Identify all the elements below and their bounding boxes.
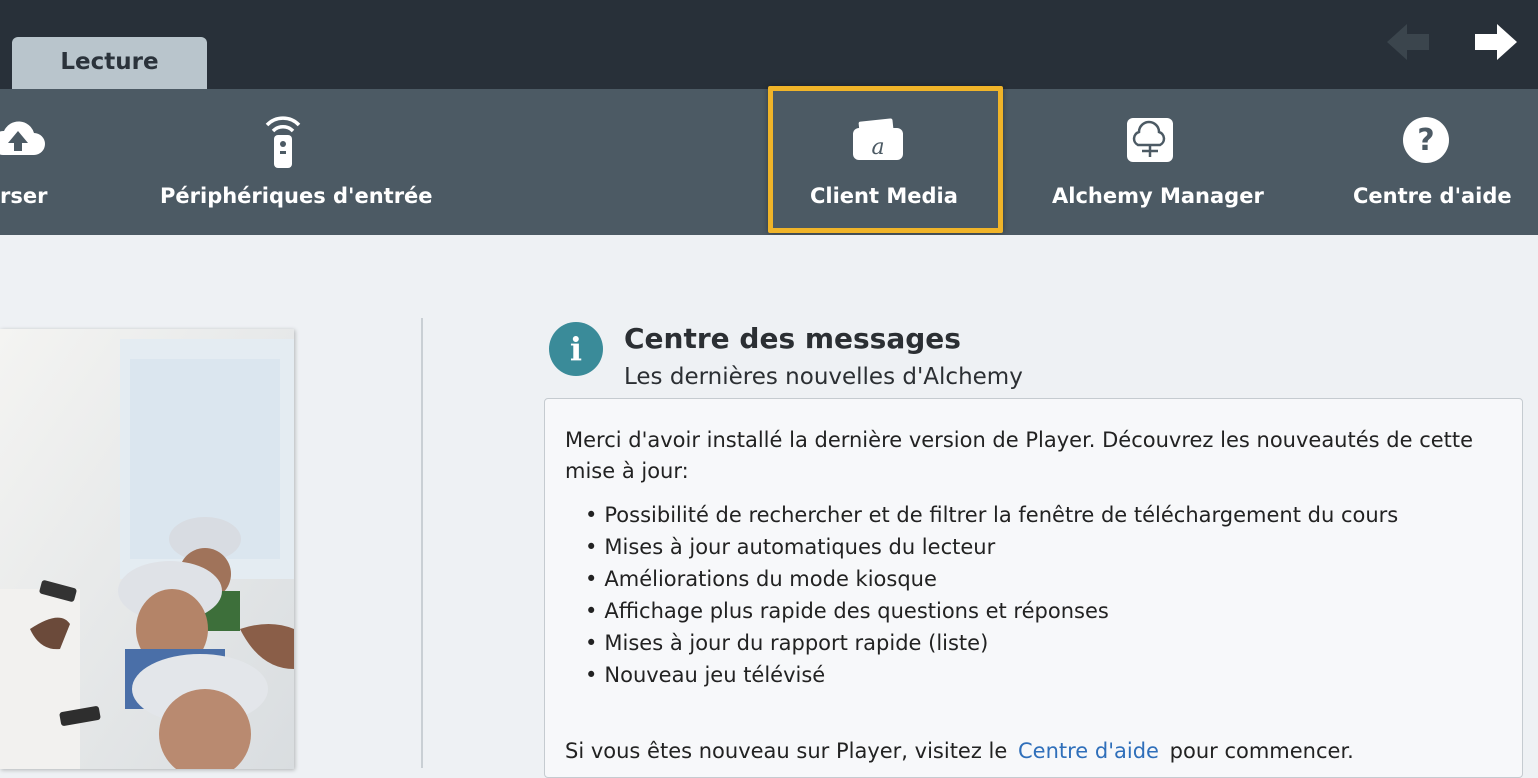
welcome-photo (0, 329, 294, 769)
vertical-divider (421, 318, 423, 768)
tab-lecture[interactable]: Lecture (12, 37, 207, 89)
list-item: Mises à jour du rapport rapide (liste) (585, 627, 1398, 659)
message-center-subtitle: Les dernières nouvelles d'Alchemy (624, 364, 1023, 390)
message-box: Merci d'avoir installé la dernière versi… (544, 398, 1523, 778)
client-media-icon: a (848, 111, 908, 169)
main-toolbar: rser Périphériques d'entrée a Client Med… (0, 89, 1538, 235)
list-item: Affichage plus rapide des questions et r… (585, 595, 1398, 627)
footer-text-before: Si vous êtes nouveau sur Player, visitez… (565, 739, 1008, 763)
release-notes-list: Possibilité de rechercher et de filtrer … (585, 499, 1398, 691)
cloud-sync-icon (1120, 111, 1180, 169)
remote-control-icon (253, 111, 313, 169)
toolbar-item-input-devices[interactable]: Périphériques d'entrée (160, 89, 433, 235)
list-item: Améliorations du mode kiosque (585, 563, 1398, 595)
list-item: Mises à jour automatiques du lecteur (585, 531, 1398, 563)
message-center-title: Centre des messages (624, 322, 961, 355)
help-center-link[interactable]: Centre d'aide (1018, 739, 1159, 763)
arrow-left-icon[interactable] (1385, 20, 1433, 64)
message-footer: Si vous êtes nouveau sur Player, visitez… (565, 739, 1354, 763)
info-icon: i (549, 322, 603, 376)
title-bar: Lecture (0, 0, 1538, 89)
help-icon: ? (1396, 111, 1456, 169)
toolbar-item-help-center[interactable]: ? Centre d'aide (1352, 89, 1512, 235)
cloud-upload-icon (0, 111, 48, 169)
list-item: Possibilité de rechercher et de filtrer … (585, 499, 1398, 531)
message-intro: Merci d'avoir installé la dernière versi… (565, 428, 1474, 483)
toolbar-item-client-media[interactable]: a Client Media (790, 89, 966, 235)
arrow-right-icon[interactable] (1471, 20, 1519, 64)
toolbar-item-verser[interactable]: rser (0, 89, 80, 235)
list-item: Nouveau jeu télévisé (585, 659, 1398, 691)
svg-text:a: a (871, 135, 884, 160)
toolbar-item-alchemy-manager[interactable]: Alchemy Manager (1050, 89, 1264, 235)
svg-text:?: ? (1417, 123, 1434, 158)
footer-text-after: pour commencer. (1169, 739, 1354, 763)
